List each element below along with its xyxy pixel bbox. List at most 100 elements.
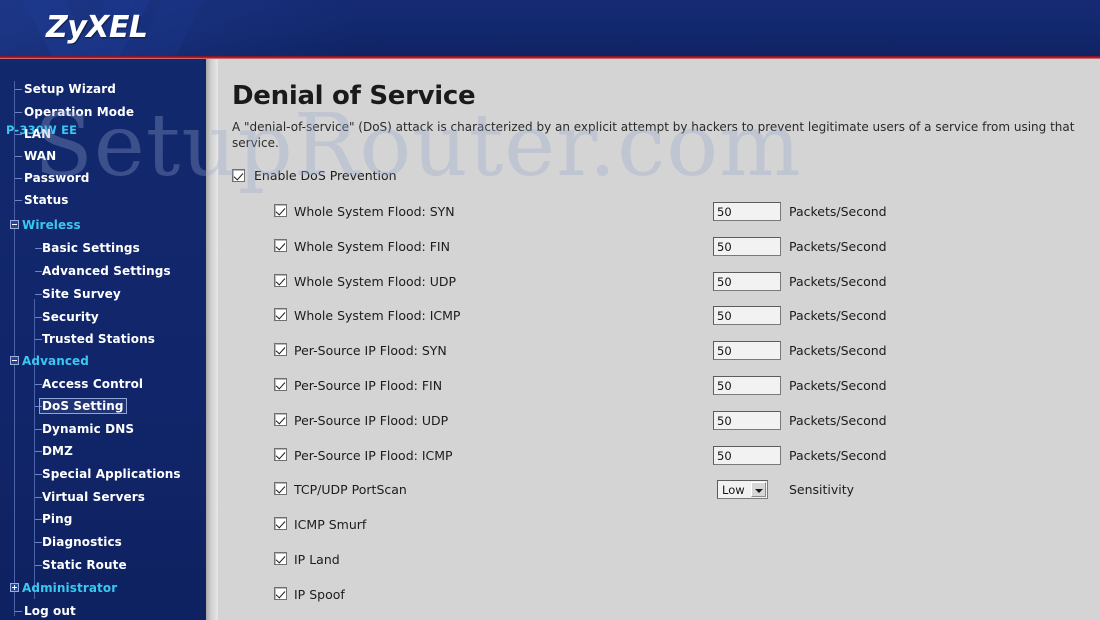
dos-per-source-ip-flood-fin-unit-label: Packets/Second: [789, 378, 887, 393]
main-content: Denial of Service A "denial-of-service" …: [206, 59, 1100, 620]
sidebar-item-basic-settings[interactable]: Basic Settings: [42, 241, 140, 255]
sidebar-item-dmz[interactable]: DMZ: [42, 444, 73, 458]
tree-branch-tick: [35, 271, 42, 272]
app-banner: ZyXEL: [0, 0, 1100, 56]
tree-branch-tick: [35, 429, 42, 430]
dos-icmp-smurf-checkbox[interactable]: [274, 517, 287, 530]
dos-ip-spoof-label: IP Spoof: [294, 587, 345, 602]
sidebar-item-special-applications[interactable]: Special Applications: [42, 467, 181, 481]
chevron-down-icon[interactable]: [750, 482, 766, 497]
enable-dos-prevention-checkbox[interactable]: [232, 169, 245, 182]
tree-branch-tick: [15, 89, 22, 90]
dos-per-source-ip-flood-syn-label: Per-Source IP Flood: SYN: [294, 343, 447, 358]
dos-whole-system-flood-syn-label: Whole System Flood: SYN: [294, 204, 455, 219]
tree-branch-tick: [15, 134, 22, 135]
sidebar-item-dynamic-dns[interactable]: Dynamic DNS: [42, 422, 134, 436]
dos-whole-system-flood-icmp-unit-label: Packets/Second: [789, 308, 887, 323]
dos-per-source-ip-flood-icmp-threshold-input[interactable]: [713, 446, 781, 465]
sidebar-item-password[interactable]: Password: [24, 171, 90, 185]
dos-tcp-udp-portscan-checkbox[interactable]: [274, 482, 287, 495]
tree-branch-tick: [35, 248, 42, 249]
dos-whole-system-flood-fin-threshold-input[interactable]: [713, 237, 781, 256]
dos-per-source-ip-flood-icmp-label: Per-Source IP Flood: ICMP: [294, 448, 453, 463]
tree-branch-tick: [35, 317, 42, 318]
tree-branch-tick: [35, 474, 42, 475]
tree-branch-tick: [35, 384, 42, 385]
sidebar-item-ping[interactable]: Ping: [42, 512, 72, 526]
tree-branch-tick: [35, 565, 42, 566]
sidebar-item-administrator[interactable]: Administrator: [22, 581, 117, 595]
dos-whole-system-flood-fin-label: Whole System Flood: FIN: [294, 239, 450, 254]
dos-per-source-ip-flood-syn-unit-label: Packets/Second: [789, 343, 887, 358]
tree-branch-tick: [35, 294, 42, 295]
dos-ip-spoof-checkbox[interactable]: [274, 587, 287, 600]
tree-branch-tick: [15, 156, 22, 157]
sidebar-item-dos-setting[interactable]: DoS Setting: [39, 398, 127, 414]
sidebar-tree-spine-sub: [34, 299, 35, 599]
router-admin-page: ZyXEL P-330W EE Setup Wizard Operation Mo…: [0, 0, 1100, 620]
dos-whole-system-flood-icmp-threshold-input[interactable]: [713, 306, 781, 325]
sidebar-item-advanced-settings[interactable]: Advanced Settings: [42, 264, 171, 278]
dos-per-source-ip-flood-fin-checkbox[interactable]: [274, 378, 287, 391]
sidebar-nav: P-330W EE Setup Wizard Operation Mode LAN W…: [0, 59, 206, 620]
dos-per-source-ip-flood-udp-threshold-input[interactable]: [713, 411, 781, 430]
dos-tcp-udp-portscan-sensitivity-value: Low: [722, 482, 745, 497]
sidebar-item-log-out[interactable]: Log out: [24, 604, 76, 618]
tree-branch-tick: [15, 112, 22, 113]
dos-tcp-udp-portscan-label: TCP/UDP PortScan: [294, 482, 407, 497]
dos-whole-system-flood-syn-threshold-input[interactable]: [713, 202, 781, 221]
sidebar-item-access-control[interactable]: Access Control: [42, 377, 143, 391]
dos-whole-system-flood-udp-checkbox[interactable]: [274, 274, 287, 287]
dos-whole-system-flood-icmp-checkbox[interactable]: [274, 308, 287, 321]
content-left-gutter: [206, 59, 218, 620]
tree-branch-tick: [35, 497, 42, 498]
dos-whole-system-flood-icmp-label: Whole System Flood: ICMP: [294, 308, 461, 323]
dos-per-source-ip-flood-fin-threshold-input[interactable]: [713, 376, 781, 395]
dos-whole-system-flood-syn-checkbox[interactable]: [274, 204, 287, 217]
dos-per-source-ip-flood-udp-unit-label: Packets/Second: [789, 413, 887, 428]
tree-expand-icon[interactable]: [10, 583, 19, 592]
zyxel-logo: ZyXEL: [46, 10, 148, 45]
dos-per-source-ip-flood-syn-threshold-input[interactable]: [713, 341, 781, 360]
tree-branch-tick: [35, 451, 42, 452]
dos-whole-system-flood-syn-unit-label: Packets/Second: [789, 204, 887, 219]
dos-per-source-ip-flood-udp-checkbox[interactable]: [274, 413, 287, 426]
sidebar-item-setup-wizard[interactable]: Setup Wizard: [24, 82, 116, 96]
enable-dos-prevention-label: Enable DoS Prevention: [254, 168, 397, 183]
sidebar-item-advanced[interactable]: Advanced: [22, 354, 89, 368]
sidebar-item-lan[interactable]: LAN: [24, 127, 51, 141]
dos-ip-land-label: IP Land: [294, 552, 340, 567]
sidebar-tree-spine: [14, 81, 15, 616]
tree-branch-tick: [15, 611, 22, 612]
dos-per-source-ip-flood-icmp-unit-label: Packets/Second: [789, 448, 887, 463]
dos-whole-system-flood-udp-label: Whole System Flood: UDP: [294, 274, 457, 289]
tree-collapse-icon[interactable]: [10, 220, 19, 229]
sidebar-item-diagnostics[interactable]: Diagnostics: [42, 535, 122, 549]
dos-ip-land-checkbox[interactable]: [274, 552, 287, 565]
sidebar-item-operation-mode[interactable]: Operation Mode: [24, 105, 134, 119]
sidebar-item-wireless[interactable]: Wireless: [22, 218, 81, 232]
dos-whole-system-flood-udp-unit-label: Packets/Second: [789, 274, 887, 289]
page-description: A "denial-of-service" (DoS) attack is ch…: [232, 120, 1075, 150]
sidebar-item-site-survey[interactable]: Site Survey: [42, 287, 121, 301]
sidebar-item-status[interactable]: Status: [24, 193, 69, 207]
sidebar-item-virtual-servers[interactable]: Virtual Servers: [42, 490, 145, 504]
dos-icmp-smurf-label: ICMP Smurf: [294, 517, 367, 532]
sidebar-item-trusted-stations[interactable]: Trusted Stations: [42, 332, 155, 346]
sidebar-item-security[interactable]: Security: [42, 310, 99, 324]
dos-whole-system-flood-fin-unit-label: Packets/Second: [789, 239, 887, 254]
dos-whole-system-flood-fin-checkbox[interactable]: [274, 239, 287, 252]
sidebar-item-static-route[interactable]: Static Route: [42, 558, 127, 572]
dos-per-source-ip-flood-icmp-checkbox[interactable]: [274, 448, 287, 461]
dos-whole-system-flood-udp-threshold-input[interactable]: [713, 272, 781, 291]
page-title: Denial of Service: [232, 81, 476, 111]
dos-per-source-ip-flood-udp-label: Per-Source IP Flood: UDP: [294, 413, 449, 428]
tree-collapse-icon[interactable]: [10, 356, 19, 365]
dos-per-source-ip-flood-syn-checkbox[interactable]: [274, 343, 287, 356]
tree-branch-tick: [15, 178, 22, 179]
sidebar-item-wan[interactable]: WAN: [24, 149, 56, 163]
dos-tcp-udp-portscan-sensitivity-select[interactable]: Low: [717, 480, 768, 499]
dos-per-source-ip-flood-fin-label: Per-Source IP Flood: FIN: [294, 378, 443, 393]
tree-branch-tick: [35, 339, 42, 340]
dos-tcp-udp-portscan-unit-label: Sensitivity: [789, 482, 855, 497]
